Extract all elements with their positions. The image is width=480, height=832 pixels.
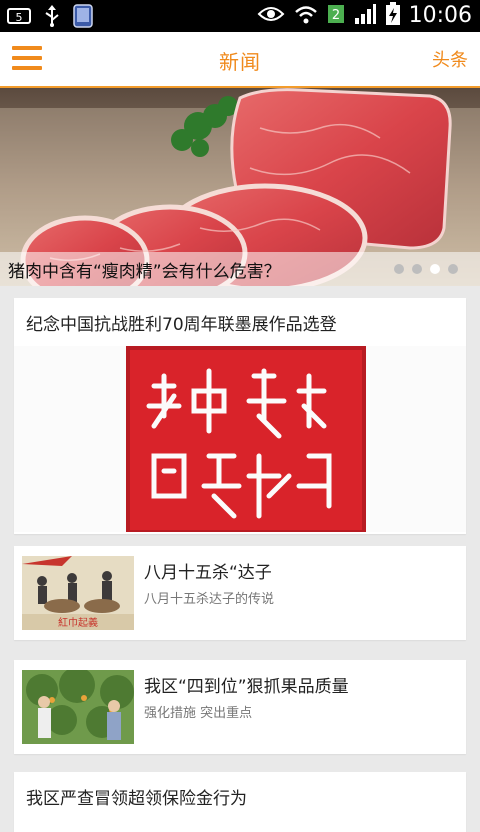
- svg-text:紅巾起義: 紅巾起義: [58, 616, 98, 629]
- hero-caption: 猪肉中含有“瘦肉精”会有什么危害？: [0, 252, 480, 286]
- news-item[interactable]: 紅巾起義 八月十五杀“达子 八月十五杀达子的传说: [14, 546, 466, 640]
- hero-slider[interactable]: 猪肉中含有“瘦肉精”会有什么危害？: [0, 88, 480, 286]
- news-subtitle: 八月十五杀达子的传说: [144, 592, 275, 607]
- news-item[interactable]: 我区“四到位”狠抓果品质量 强化措施 突出重点: [14, 660, 466, 754]
- svg-text:5: 5: [16, 11, 23, 24]
- eye-icon: [257, 4, 285, 28]
- news-item[interactable]: 我区严查冒领超领保险金行为: [14, 772, 466, 832]
- signal-icon: [353, 3, 377, 29]
- headline-tab[interactable]: 头条: [432, 46, 468, 72]
- news-title: 我区严查冒领超领保险金行为: [26, 789, 247, 809]
- usb-icon: [42, 5, 62, 31]
- page-title: 新闻: [219, 50, 261, 74]
- svg-text:2: 2: [331, 8, 339, 23]
- news-thumbnail: 紅巾起義: [22, 556, 134, 630]
- news-thumbnail: [22, 670, 134, 744]
- hero-dot[interactable]: [448, 264, 458, 274]
- news-title: 我区“四到位”狠抓果品质量: [144, 677, 349, 697]
- hero-dot[interactable]: [394, 264, 404, 274]
- hero-caption-text: 猪肉中含有“瘦肉精”会有什么危害？: [8, 262, 281, 282]
- featured-title: 纪念中国抗战胜利70周年联墨展作品选登: [26, 315, 337, 335]
- hero-dot-active[interactable]: [430, 264, 440, 274]
- battery-charging-icon: [385, 2, 401, 30]
- hero-pagination: [394, 264, 458, 274]
- wifi-icon: [293, 3, 319, 29]
- clock: 10:06: [408, 3, 472, 28]
- featured-news-card[interactable]: 纪念中国抗战胜利70周年联墨展作品选登: [14, 298, 466, 534]
- sim-2-icon: 2: [327, 3, 345, 29]
- status-bar: 5 2 10:06: [0, 0, 480, 32]
- app-header: 新闻 头条: [0, 32, 480, 88]
- phone-icon: [72, 4, 94, 32]
- hero-dot[interactable]: [412, 264, 422, 274]
- notification-icon: 5: [6, 6, 32, 30]
- news-title: 八月十五杀“达子: [144, 563, 272, 583]
- seal-image: [14, 346, 466, 532]
- news-subtitle: 强化措施 突出重点: [144, 706, 253, 721]
